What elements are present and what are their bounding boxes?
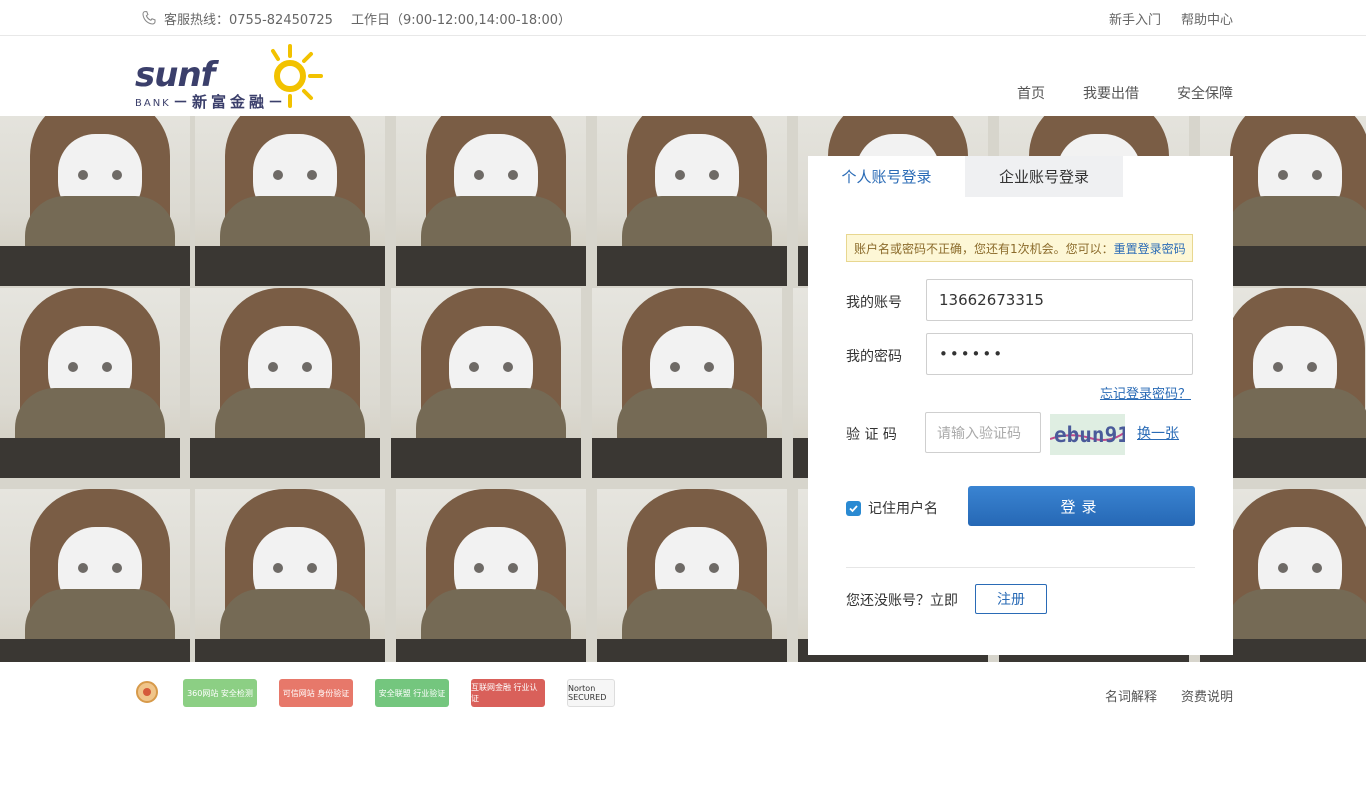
police-badge-icon[interactable]: [133, 679, 161, 707]
nav-home[interactable]: 首页: [1017, 83, 1045, 103]
error-message: 账户名或密码不正确，您还有1次机会。您可以： 重置登录密码: [846, 234, 1193, 262]
reset-password-link[interactable]: 重置登录密码: [1114, 240, 1186, 257]
newbie-guide-link[interactable]: 新手入门: [1109, 9, 1161, 28]
tab-personal-login[interactable]: 个人账号登录: [808, 156, 965, 197]
banner-illustration-tile: [597, 116, 787, 286]
register-button[interactable]: 注册: [975, 584, 1047, 614]
login-tabs: 个人账号登录 企业账号登录: [808, 156, 1233, 197]
internet-finance-badge[interactable]: 互联网金融 行业认证: [471, 679, 545, 707]
site-header: sunf BANK －新富金融－ 首页 我要出借 安全保障: [0, 36, 1366, 116]
credible-site-badge[interactable]: 可信网站 身份验证: [279, 679, 353, 707]
checkbox-checked-icon[interactable]: [846, 500, 861, 516]
work-hours-text: 工作日（9:00-12:00,14:00-18:00）: [350, 12, 572, 28]
account-input[interactable]: 13662673315: [926, 279, 1193, 321]
phone-icon: [142, 11, 156, 25]
remember-label: 记住用户名: [868, 501, 938, 517]
banner-illustration-tile: [592, 288, 782, 478]
banner-illustration-tile: [396, 116, 586, 286]
captcha-input[interactable]: 请输入验证码: [925, 412, 1041, 453]
captcha-image[interactable]: ebun91: [1050, 414, 1125, 455]
remember-username[interactable]: 记住用户名: [846, 498, 938, 518]
sunfo-logo[interactable]: sunf BANK －新富金融－: [133, 44, 328, 110]
banner-illustration-tile: [597, 489, 787, 662]
banner-illustration-tile: [0, 116, 190, 286]
help-center-link[interactable]: 帮助中心: [1181, 9, 1233, 28]
main-nav: 首页 我要出借 安全保障: [979, 36, 1233, 116]
footer: 360网站 安全检测 可信网站 身份验证 安全联盟 行业验证 互联网金融 行业认…: [0, 662, 1366, 793]
glossary-link[interactable]: 名词解释: [1105, 686, 1157, 705]
tab-enterprise-login[interactable]: 企业账号登录: [965, 156, 1123, 197]
360-security-badge[interactable]: 360网站 安全检测: [183, 679, 257, 707]
security-alliance-badge[interactable]: 安全联盟 行业验证: [375, 679, 449, 707]
svg-text:sunf: sunf: [135, 55, 220, 95]
banner-illustration-tile: [195, 116, 385, 286]
captcha-label: 验 证 码: [846, 427, 897, 443]
no-account-text: 您还没账号？立即: [846, 593, 958, 609]
hotline-text: 客服热线：0755-82450725: [164, 12, 333, 28]
banner-illustration-tile: [190, 288, 380, 478]
top-bar: 客服热线：0755-82450725 工作日（9:00-12:00,14:00-…: [0, 0, 1366, 36]
nav-security[interactable]: 安全保障: [1177, 83, 1233, 103]
banner-illustration-tile: [391, 288, 581, 478]
norton-secured-badge[interactable]: Norton SECURED: [567, 679, 615, 707]
banner-illustration-tile: [0, 288, 180, 478]
hotline-area: 客服热线：0755-82450725 工作日（9:00-12:00,14:00-…: [140, 0, 571, 36]
tab-spacer: [1123, 156, 1233, 197]
svg-text:－新富金融－: －新富金融－: [173, 93, 287, 110]
top-links: 新手入门 帮助中心: [1089, 0, 1233, 36]
account-label: 我的账号: [846, 295, 902, 311]
login-panel: 个人账号登录 企业账号登录 账户名或密码不正确，您还有1次机会。您可以： 重置登…: [808, 156, 1233, 655]
password-input[interactable]: ••••••: [926, 333, 1193, 375]
login-button[interactable]: 登录: [968, 486, 1195, 526]
footer-links: 名词解释 资费说明: [1081, 686, 1233, 705]
banner-illustration-tile: [0, 489, 190, 662]
login-form: 账户名或密码不正确，您还有1次机会。您可以： 重置登录密码 我的账号 13662…: [808, 197, 1233, 655]
captcha-graphic: ebun91: [1050, 423, 1125, 447]
refresh-captcha-link[interactable]: 换一张: [1137, 423, 1179, 443]
banner-illustration-tile: [396, 489, 586, 662]
nav-invest[interactable]: 我要出借: [1083, 83, 1139, 103]
divider: [846, 567, 1195, 568]
password-label: 我的密码: [846, 349, 902, 365]
trust-badges: 360网站 安全检测 可信网站 身份验证 安全联盟 行业验证 互联网金融 行业认…: [133, 679, 637, 707]
error-text: 账户名或密码不正确，您还有1次机会。您可以：: [854, 241, 1114, 256]
forgot-password-link[interactable]: 忘记登录密码？: [1100, 383, 1191, 402]
svg-text:ebun91: ebun91: [1054, 423, 1125, 447]
svg-text:BANK: BANK: [135, 98, 171, 109]
fees-link[interactable]: 资费说明: [1181, 686, 1233, 705]
banner-illustration-tile: [195, 489, 385, 662]
